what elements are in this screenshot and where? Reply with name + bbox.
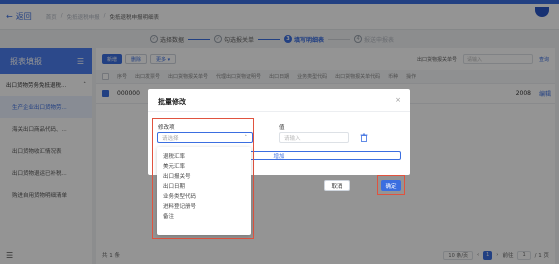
cancel-button[interactable]: 取消: [324, 180, 350, 191]
value-input[interactable]: 请输入: [279, 132, 349, 143]
field-dropdown-menu: 退税汇率 美元汇率 出口报关号 出口日期 业务类型代码 进料登记册号 备注: [157, 147, 251, 235]
dialog-title: 批量修改: [158, 98, 186, 106]
dropdown-option[interactable]: 业务类型代码: [157, 191, 251, 201]
divider: [148, 111, 410, 112]
confirm-button[interactable]: 确定: [381, 180, 401, 191]
trash-icon[interactable]: [360, 133, 368, 142]
dropdown-option[interactable]: 美元汇率: [157, 161, 251, 171]
dropdown-option[interactable]: 进料登记册号: [157, 201, 251, 211]
dropdown-option[interactable]: 退税汇率: [157, 151, 251, 161]
close-icon[interactable]: ×: [395, 96, 401, 104]
dropdown-option[interactable]: 出口报关号: [157, 171, 251, 181]
dropdown-option[interactable]: 出口日期: [157, 181, 251, 191]
value-label: 值: [279, 125, 285, 131]
dropdown-option[interactable]: 备注: [157, 211, 251, 221]
